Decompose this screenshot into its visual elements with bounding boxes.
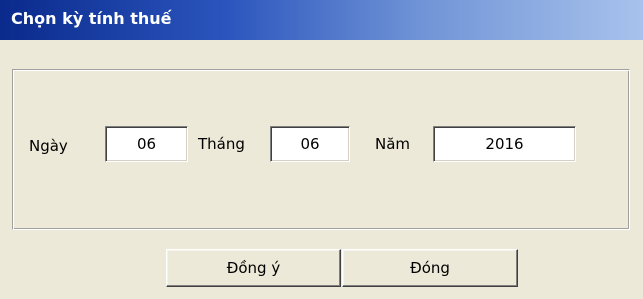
window-title: Chọn kỳ tính thuế — [11, 9, 172, 28]
title-bar: Chọn kỳ tính thuế — [0, 0, 643, 40]
year-field[interactable]: 2016 — [433, 126, 576, 162]
month-label: Tháng — [198, 135, 245, 153]
month-field[interactable]: 06 — [270, 126, 350, 162]
year-label: Năm — [375, 135, 411, 153]
close-button[interactable]: Đóng — [342, 249, 518, 287]
day-field[interactable]: 06 — [105, 126, 188, 162]
ok-button[interactable]: Đồng ý — [166, 249, 341, 287]
day-label: Ngày — [29, 137, 68, 155]
